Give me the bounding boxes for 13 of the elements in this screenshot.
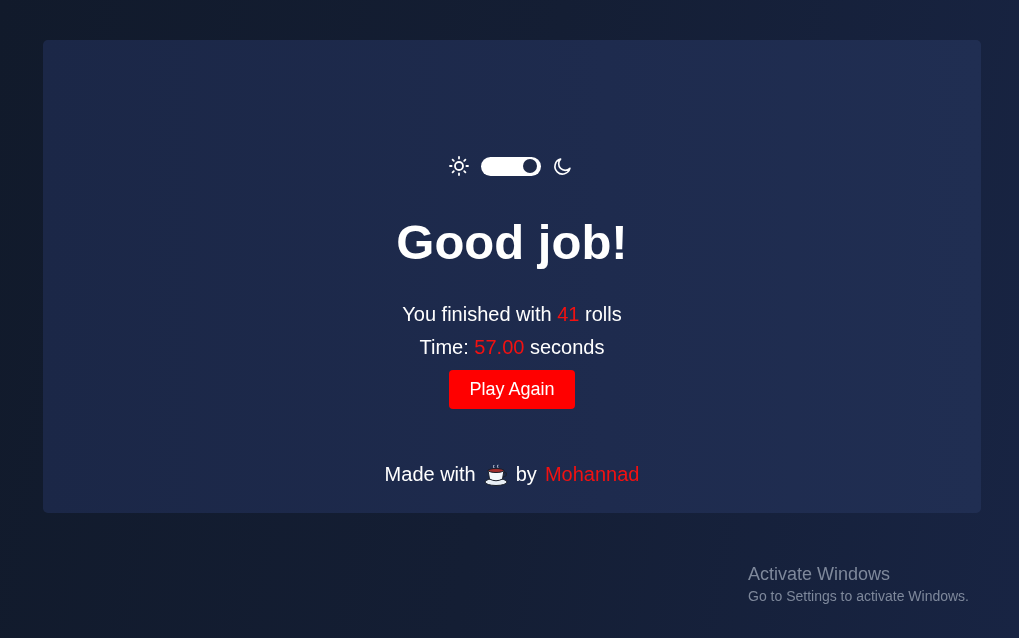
activation-notice-title: Activate Windows xyxy=(748,563,892,585)
coffee-cup-icon xyxy=(483,463,508,486)
footer-text: by xyxy=(515,463,537,486)
result-title: Good job! xyxy=(396,214,628,270)
activation-notice-text: Go to Settings to activate Windows. xyxy=(748,587,969,605)
moon-icon xyxy=(553,156,572,176)
time-text: Time: 57.00 seconds xyxy=(419,336,605,359)
theme-toggle-switch[interactable] xyxy=(481,156,541,176)
author-link[interactable]: Mohannad xyxy=(544,463,640,486)
footer-text: Made with xyxy=(384,463,476,486)
rolls-text: You finished with 41 rolls xyxy=(402,303,622,326)
sun-icon xyxy=(449,156,469,176)
play-again-button[interactable]: Play Again xyxy=(449,370,575,409)
